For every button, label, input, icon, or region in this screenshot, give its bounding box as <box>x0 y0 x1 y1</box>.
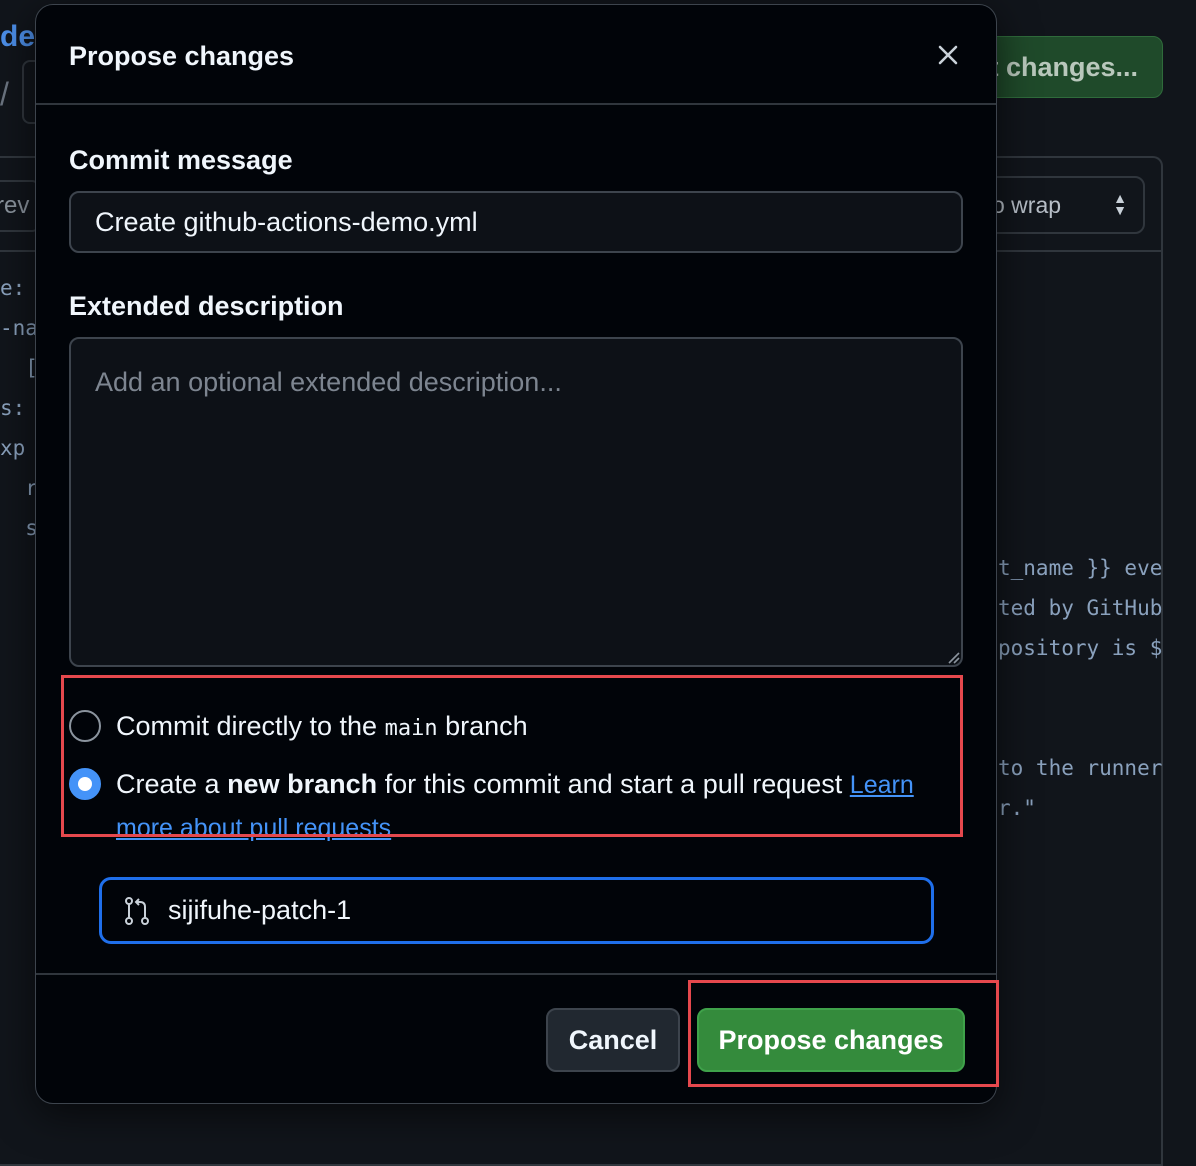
propose-changes-dialog: Propose changes Commit message Extended … <box>35 4 997 1104</box>
dialog-footer-divider <box>36 973 996 975</box>
option-text: branch <box>437 711 528 741</box>
close-button[interactable] <box>930 37 966 73</box>
main-branch-code: main <box>384 716 438 741</box>
close-icon <box>938 45 958 65</box>
code-line: ted by GitHub <box>998 596 1163 620</box>
option-text: Create a <box>116 769 228 799</box>
select-arrows-icon: ▲ ▼ <box>1113 190 1127 218</box>
wrap-mode-label: o wrap <box>992 191 1062 218</box>
code-line: e: <box>0 276 26 300</box>
option-text: for this commit and start a pull request <box>377 769 850 799</box>
commit-directly-option[interactable]: Commit directly to the main branch <box>69 706 528 750</box>
code-line: r." <box>998 796 1036 820</box>
option-text: Commit directly to the <box>116 711 385 741</box>
commit-directly-radio[interactable] <box>69 710 101 742</box>
extended-description-label: Extended description <box>69 291 344 321</box>
new-branch-text: Create a new branch for this commit and … <box>116 763 949 849</box>
branch-name-input[interactable]: sijifuhe-patch-1 <box>99 877 934 944</box>
commit-directly-text: Commit directly to the main branch <box>116 705 528 750</box>
commit-message-label: Commit message <box>69 145 293 175</box>
code-line: xp <box>0 436 26 460</box>
dialog-header: Propose changes <box>36 5 996 105</box>
cancel-button[interactable]: Cancel <box>546 1008 680 1072</box>
code-line: to the runner <box>998 756 1163 780</box>
new-branch-option[interactable]: Create a new branch for this commit and … <box>69 764 949 849</box>
dialog-title: Propose changes <box>69 41 295 71</box>
commit-message-input[interactable] <box>69 191 963 253</box>
git-pull-request-icon <box>125 896 149 925</box>
branch-name-value: sijifuhe-patch-1 <box>168 895 352 925</box>
repo-path-fragment: de <box>0 20 36 53</box>
resize-grip-icon[interactable] <box>946 650 960 664</box>
commit-changes-label: t changes... <box>989 51 1138 82</box>
new-branch-bold: new branch <box>227 769 378 799</box>
code-line: s: <box>0 396 26 420</box>
code-line: -na <box>0 316 38 340</box>
code-line: pository is $ <box>998 636 1163 660</box>
propose-changes-button[interactable]: Propose changes <box>697 1008 965 1072</box>
new-branch-radio[interactable] <box>69 768 101 800</box>
code-line: t_name }} eve <box>998 556 1163 580</box>
preview-tab-label: rev <box>0 192 30 219</box>
extended-description-textarea[interactable] <box>69 337 963 667</box>
path-separator: / <box>0 76 9 112</box>
preview-tab[interactable]: rev <box>0 180 40 232</box>
